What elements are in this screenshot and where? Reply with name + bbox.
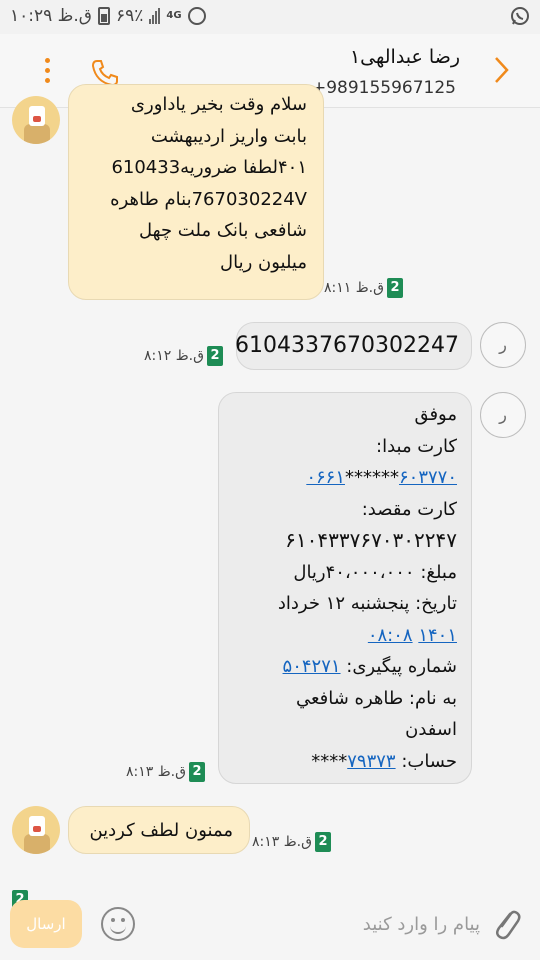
recipient-name-1: به نام: طاهره شافعي (295, 687, 457, 709)
message-meta: ۸:۱۳ ق.ظ 2 (126, 762, 205, 782)
status-left: ۱۰:۲۹ ق.ظ ۶۹٪ 4G (10, 6, 206, 26)
date: تاریخ: پنجشنبه ۱۲ خرداد (277, 593, 457, 614)
battery-icon (97, 7, 110, 25)
status-bar: ۱۰:۲۹ ق.ظ ۶۹٪ 4G (0, 0, 540, 34)
more-options-icon[interactable] (42, 58, 52, 86)
my-avatar[interactable]: ر (480, 322, 526, 368)
tracking: شماره پیگیری: ۵۰۴۲۷۱ (282, 656, 457, 677)
contact-avatar[interactable] (12, 806, 60, 854)
date-time: ۱۴۰۱ ۰۸:۰۸ (225, 620, 457, 652)
sim2-badge: 2 (189, 762, 205, 782)
amount: مبلغ: ۴۰،۰۰۰،۰۰۰ریال (293, 561, 457, 583)
attachment-paperclip-icon[interactable] (490, 906, 522, 944)
contact-avatar[interactable] (12, 96, 60, 144)
message-input[interactable] (150, 904, 480, 944)
contact-phone: +989155967125 (311, 78, 456, 98)
battery-percent: ۶۹٪ (115, 6, 144, 26)
message-bubble-incoming[interactable]: سلام وقت بخیر یاداوری بابت واریز اردیبهش… (68, 84, 324, 300)
sim2-badge: 2 (315, 832, 331, 852)
signal-icon (149, 8, 161, 24)
back-chevron-icon[interactable] (494, 56, 510, 84)
message-time: ۸:۱۳ ق.ظ (126, 764, 186, 780)
message-text: سلام وقت بخیر یاداوری بابت واریز اردیبهش… (110, 94, 307, 273)
contact-name[interactable]: رضا عبدالهی۱ (350, 46, 460, 68)
message-time: ۸:۱۱ ق.ظ (324, 280, 384, 296)
message-meta: ۸:۱۳ ق.ظ 2 (252, 832, 331, 852)
source-card-label: کارت مبدا: (376, 435, 457, 457)
time-link[interactable]: ۰۸:۰۸ (368, 625, 413, 646)
alarm-icon (187, 7, 206, 25)
message-meta: ۸:۱۱ ق.ظ 2 (324, 278, 403, 298)
source-card-link[interactable]: ۶۰۳۷۷۰ (399, 467, 457, 488)
source-card-link-tail[interactable]: ۰۶۶۱ (306, 467, 345, 488)
year-link[interactable]: ۱۴۰۱ (418, 625, 457, 646)
message-text: 6104337670302247 (235, 333, 459, 358)
receipt-text: موفق کارت مبدا: ۶۰۳۷۷۰******۰۶۶۱ کارت مق… (225, 399, 457, 777)
status-time: ۱۰:۲۹ ق.ظ (10, 6, 92, 26)
source-card: ۶۰۳۷۷۰******۰۶۶۱ (306, 467, 457, 488)
my-avatar[interactable]: ر (480, 392, 526, 438)
sim2-badge: 2 (207, 346, 223, 366)
dest-card-number: ۶۱۰۴۳۳۷۶۷۰۳۰۲۲۴۷ (285, 528, 457, 552)
sim2-badge: 2 (387, 278, 403, 298)
message-bubble-outgoing[interactable]: 6104337670302247 (235, 322, 472, 370)
tracking-number-link[interactable]: ۵۰۴۲۷۱ (283, 656, 341, 677)
receipt-status: موفق (414, 404, 457, 425)
send-button[interactable]: ارسال (10, 900, 82, 948)
network-type: 4G (166, 10, 182, 21)
message-bubble-outgoing[interactable]: موفق کارت مبدا: ۶۰۳۷۷۰******۰۶۶۱ کارت مق… (218, 392, 472, 784)
dest-card-label: کارت مقصد: (361, 498, 457, 520)
account-number-link[interactable]: ۷۹۳۷۳ (347, 751, 395, 772)
whatsapp-icon (510, 6, 530, 31)
message-time: ۸:۱۳ ق.ظ (252, 834, 312, 850)
message-text: ممنون لطف کردین (89, 820, 233, 841)
account: حساب: ۷۹۳۷۳**** (311, 750, 457, 772)
emoji-icon[interactable] (101, 907, 135, 941)
message-time: ۸:۱۲ ق.ظ (144, 348, 204, 364)
message-meta: ۸:۱۲ ق.ظ 2 (144, 346, 223, 366)
message-bubble-incoming[interactable]: ممنون لطف کردین (68, 806, 250, 854)
recipient-name-2: اسفدن (405, 719, 457, 740)
